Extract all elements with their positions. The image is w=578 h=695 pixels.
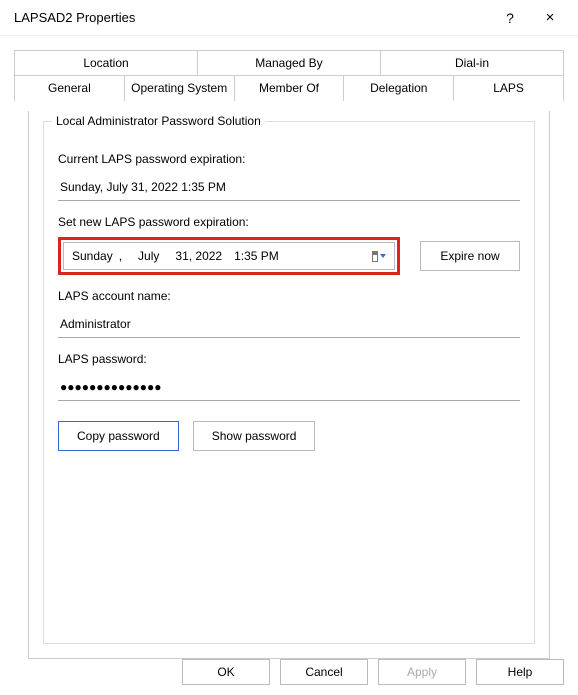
tabs-area: Location Managed By Dial-in General Oper… [0, 36, 578, 659]
tab-row-1: Location Managed By Dial-in [14, 50, 564, 76]
date-month: July [138, 249, 159, 263]
account-name-value: Administrator [58, 311, 520, 338]
tab-location[interactable]: Location [14, 50, 198, 76]
tab-content: Local Administrator Password Solution Cu… [28, 111, 550, 659]
calendar-icon[interactable] [372, 249, 386, 263]
current-expiration-value: Sunday, July 31, 2022 1:35 PM [58, 174, 520, 201]
tab-laps[interactable]: LAPS [453, 75, 564, 101]
tab-row-2: General Operating System Member Of Deleg… [14, 75, 564, 101]
set-new-expiration-label: Set new LAPS password expiration: [58, 215, 520, 229]
date-picker-highlight: Sunday , July 31, 2022 1:35 PM [58, 237, 400, 275]
date-weekday: Sunday [72, 249, 113, 263]
tab-delegation[interactable]: Delegation [343, 75, 454, 101]
help-icon: ? [506, 10, 514, 26]
laps-groupbox: Local Administrator Password Solution Cu… [43, 121, 535, 644]
help-button-bottom[interactable]: Help [476, 659, 564, 685]
close-button[interactable]: × [530, 3, 570, 33]
titlebar: LAPSAD2 Properties ? × [0, 0, 578, 36]
password-value: ●●●●●●●●●●●●●● [58, 374, 520, 401]
tab-member-of[interactable]: Member Of [234, 75, 345, 101]
tab-managed-by[interactable]: Managed By [197, 50, 381, 76]
copy-password-button[interactable]: Copy password [58, 421, 179, 451]
help-button[interactable]: ? [490, 3, 530, 33]
tab-operating-system[interactable]: Operating System [124, 75, 235, 101]
date-time: 1:35 PM [234, 249, 279, 263]
groupbox-legend: Local Administrator Password Solution [52, 114, 265, 128]
date-day-year: 31, 2022 [175, 249, 222, 263]
date-time-picker[interactable]: Sunday , July 31, 2022 1:35 PM [63, 242, 395, 270]
password-buttons-row: Copy password Show password [58, 421, 520, 451]
date-comma: , [119, 249, 122, 263]
window-title: LAPSAD2 Properties [14, 10, 490, 25]
account-name-label: LAPS account name: [58, 289, 520, 303]
tab-dial-in[interactable]: Dial-in [380, 50, 564, 76]
dialog-buttons: OK Cancel Apply Help [182, 659, 564, 685]
tab-general[interactable]: General [14, 75, 125, 101]
ok-button[interactable]: OK [182, 659, 270, 685]
password-label: LAPS password: [58, 352, 520, 366]
close-icon: × [546, 9, 555, 26]
apply-button[interactable]: Apply [378, 659, 466, 685]
current-expiration-label: Current LAPS password expiration: [58, 152, 520, 166]
cancel-button[interactable]: Cancel [280, 659, 368, 685]
date-row: Sunday , July 31, 2022 1:35 PM Expire no… [58, 237, 520, 275]
show-password-button[interactable]: Show password [193, 421, 316, 451]
expire-now-button[interactable]: Expire now [420, 241, 520, 271]
